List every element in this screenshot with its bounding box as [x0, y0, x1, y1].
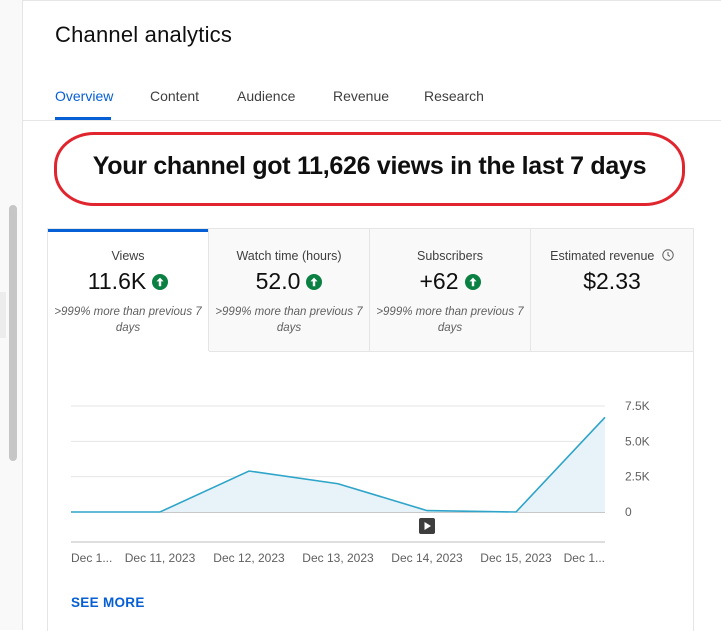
y-tick-label: 7.5K — [625, 399, 650, 413]
x-tick-label: Dec 15, 2023 — [480, 551, 552, 565]
x-tick-label: Dec 14, 2023 — [391, 551, 463, 565]
x-tick-label: Dec 13, 2023 — [302, 551, 374, 565]
x-tick-label: Dec 12, 2023 — [213, 551, 285, 565]
y-tick-label: 2.5K — [625, 470, 650, 484]
y-tick-label: 5.0K — [625, 434, 650, 448]
y-axis-labels: 0 2.5K 5.0K 7.5K — [625, 399, 650, 519]
chart-area — [71, 416, 606, 513]
x-tick-label: Dec 11, 2023 — [125, 551, 196, 565]
x-axis-labels: Dec 1... Dec 11, 2023 Dec 12, 2023 Dec 13, … — [71, 551, 605, 565]
y-tick-label: 0 — [625, 505, 632, 519]
chart-grid — [71, 405, 605, 543]
video-upload-icon[interactable] — [419, 518, 435, 534]
views-chart: 0 2.5K 5.0K 7.5K Dec 1... Dec 11, 2023 Dec 12… — [71, 399, 650, 565]
series-area — [71, 417, 605, 512]
x-tick-label: Dec 1... — [71, 551, 112, 565]
x-tick-label: Dec 1... — [564, 551, 605, 565]
see-more-button[interactable]: SEE MORE — [71, 595, 145, 610]
